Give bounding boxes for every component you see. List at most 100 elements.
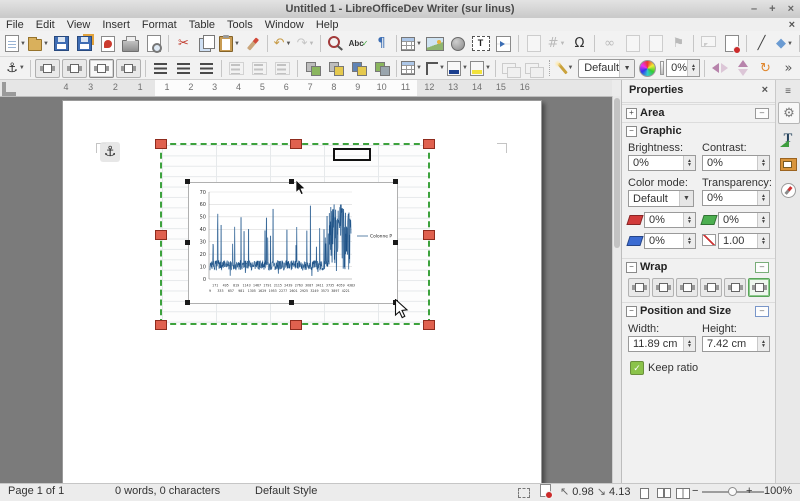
undo[interactable]: ↶▼ xyxy=(271,33,294,54)
insert-endnote[interactable] xyxy=(644,33,667,54)
highlighting-color-dropdown[interactable]: ▼ xyxy=(485,65,491,71)
titlebar[interactable]: Untitled 1 - LibreOfficeDev Writer (sur … xyxy=(0,0,800,19)
border-style[interactable]: ▼ xyxy=(423,58,446,79)
area-section-header[interactable]: + Area – xyxy=(622,104,775,123)
undo-dropdown[interactable]: ▼ xyxy=(285,41,291,47)
paste[interactable]: ▼ xyxy=(218,33,241,54)
insert-page-number-dropdown[interactable]: ▼ xyxy=(559,41,565,47)
wrap-left-button[interactable] xyxy=(652,278,674,297)
transparency-field[interactable]: 0% ▲▼ xyxy=(702,190,770,206)
align-right[interactable] xyxy=(195,58,218,79)
sidebar-settings-icon[interactable]: ≡ xyxy=(778,84,798,98)
selection-handle-black[interactable] xyxy=(185,300,190,305)
selection-handle-black[interactable] xyxy=(393,300,398,305)
send-to-back[interactable] xyxy=(370,58,393,79)
selection-handle-red[interactable] xyxy=(155,230,167,240)
new-document[interactable]: ▼ xyxy=(4,33,27,54)
insert-hyperlink[interactable]: ∞ xyxy=(598,33,621,54)
insert-image[interactable] xyxy=(423,33,446,54)
menu-help[interactable]: Help xyxy=(310,19,345,31)
insert-chart[interactable] xyxy=(446,33,469,54)
center-vertical[interactable] xyxy=(248,58,271,79)
zoom-slider[interactable] xyxy=(702,491,764,493)
insert-line[interactable]: ╱ xyxy=(750,33,773,54)
insert-page-break[interactable] xyxy=(492,33,515,54)
navigator-tab[interactable] xyxy=(778,180,798,200)
insert-bookmark[interactable]: ⚑ xyxy=(667,33,690,54)
flip-vertically[interactable] xyxy=(731,58,754,79)
insert-table[interactable]: ▼ xyxy=(400,33,423,54)
document-modified-icon[interactable] xyxy=(540,484,551,500)
view-layout-single[interactable] xyxy=(638,487,651,499)
selection-handle-red[interactable] xyxy=(290,139,302,149)
back-one[interactable] xyxy=(347,58,370,79)
flip-horizontally[interactable] xyxy=(708,58,731,79)
clone-formatting[interactable] xyxy=(241,33,264,54)
selection-handle-red[interactable] xyxy=(423,320,435,330)
insert-table-dropdown[interactable]: ▼ xyxy=(416,41,422,47)
green-field[interactable]: 0% ▲▼ xyxy=(718,212,770,228)
borders[interactable]: ▼ xyxy=(400,58,423,79)
spinner-arrows[interactable]: ▲▼ xyxy=(683,156,695,170)
page-count[interactable]: Page 1 of 1 xyxy=(8,485,64,497)
maximize-button[interactable]: + xyxy=(769,3,775,15)
insert-footnote[interactable] xyxy=(621,33,644,54)
open[interactable]: ▼ xyxy=(27,33,50,54)
redo-dropdown[interactable]: ▼ xyxy=(308,41,314,47)
embedded-spreadsheet-object[interactable]: 0102030405060701714958191143146717912115… xyxy=(160,143,430,325)
wrap-through[interactable] xyxy=(116,59,141,78)
formatting-marks[interactable]: ¶ xyxy=(370,33,393,54)
basic-shapes[interactable]: ◆▼ xyxy=(773,33,796,54)
image-filter-dropdown[interactable]: ▼ xyxy=(568,65,574,71)
anchor-dropdown[interactable]: ▼ xyxy=(19,65,25,71)
keep-ratio-checkbox[interactable]: ✓ xyxy=(630,361,644,375)
red-field[interactable]: 0% ▲▼ xyxy=(644,212,696,228)
graphics-mode[interactable]: Default▼ xyxy=(577,58,636,79)
forward-one[interactable] xyxy=(324,58,347,79)
transparency-toolbar[interactable]: 0%▲▼ xyxy=(659,58,701,79)
center-horizontal[interactable] xyxy=(172,58,195,79)
wrap-parallel-button[interactable] xyxy=(700,278,722,297)
wrap-more-options-icon[interactable]: – xyxy=(755,262,769,273)
gallery-tab[interactable] xyxy=(778,154,798,174)
optimal-wrap[interactable] xyxy=(89,59,114,78)
zoom-slider-thumb[interactable] xyxy=(728,487,737,496)
redo[interactable]: ↷▼ xyxy=(294,33,317,54)
new-document-dropdown[interactable]: ▼ xyxy=(20,41,26,47)
zoom-level[interactable]: 100% xyxy=(764,485,792,497)
selection-handle-black[interactable] xyxy=(393,240,398,245)
align-top[interactable] xyxy=(225,58,248,79)
rotate[interactable]: ↻ xyxy=(754,58,777,79)
height-field[interactable]: 7.42 cm ▲▼ xyxy=(702,336,770,352)
insert-page-number[interactable]: #▼ xyxy=(545,33,568,54)
align-bottom[interactable] xyxy=(271,58,294,79)
unlink-frames[interactable] xyxy=(522,58,545,79)
menu-table[interactable]: Table xyxy=(183,19,221,31)
border-color-dropdown[interactable]: ▼ xyxy=(462,65,468,71)
word-count[interactable]: 0 words, 0 characters xyxy=(115,485,220,497)
spinner-arrows[interactable]: ▲▼ xyxy=(757,191,769,205)
scrollbar-thumb[interactable] xyxy=(614,98,620,248)
collapse-icon[interactable]: − xyxy=(626,262,637,273)
borders-dropdown[interactable]: ▼ xyxy=(416,65,422,71)
insert-special-character[interactable]: Ω xyxy=(568,33,591,54)
selection-handle-red[interactable] xyxy=(155,320,167,330)
bring-to-front[interactable] xyxy=(301,58,324,79)
minimize-button[interactable]: – xyxy=(751,3,757,15)
insert-comment[interactable] xyxy=(697,33,720,54)
spinner-arrows[interactable]: ▲▼ xyxy=(757,156,769,170)
spelling[interactable]: Abc✓ xyxy=(347,33,370,54)
selection-handle-black[interactable] xyxy=(289,300,294,305)
chevron-down-icon[interactable]: ▼ xyxy=(679,191,693,206)
highlighting-color[interactable]: ▼ xyxy=(469,58,492,79)
close-document-button[interactable]: × xyxy=(789,19,795,31)
spinner-arrows[interactable]: ▲▼ xyxy=(683,234,695,248)
wrap-off-button[interactable] xyxy=(628,278,650,297)
open-dropdown[interactable]: ▼ xyxy=(43,41,49,47)
selection-handle-red[interactable] xyxy=(423,139,435,149)
export-pdf[interactable] xyxy=(96,33,119,54)
collapse-icon[interactable]: − xyxy=(626,126,637,137)
expand-icon[interactable]: + xyxy=(626,108,637,119)
close-button[interactable]: × xyxy=(788,3,794,15)
contrast-field[interactable]: 0% ▲▼ xyxy=(702,155,770,171)
